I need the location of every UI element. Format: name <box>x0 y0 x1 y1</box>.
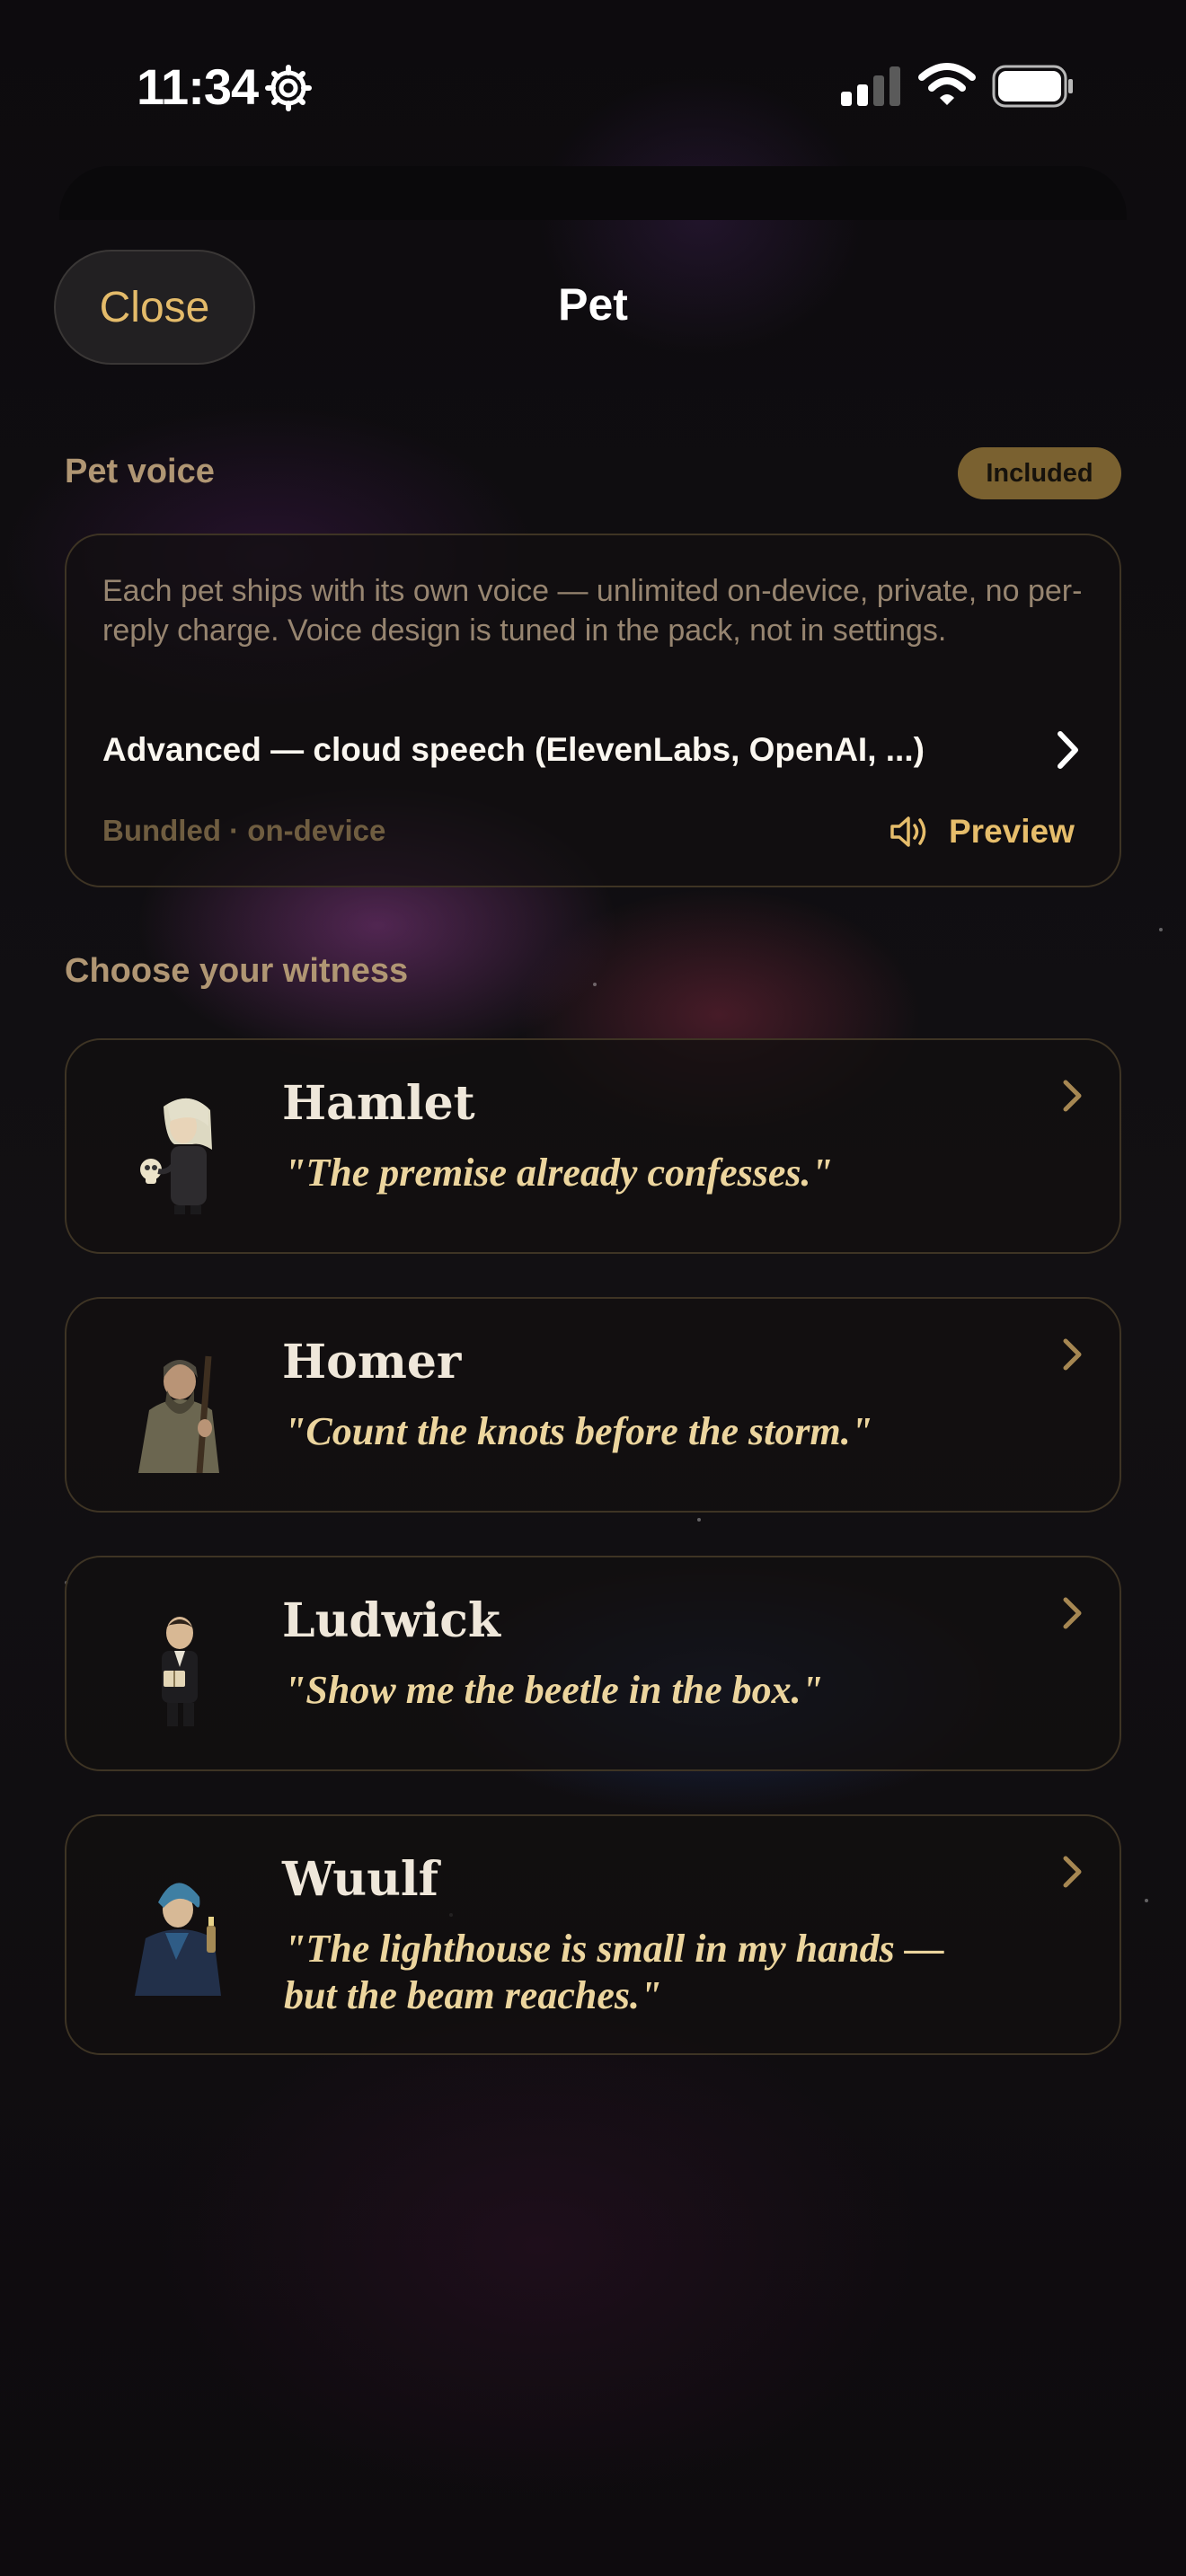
character-card-hamlet[interactable]: Hamlet "The premise already confesses." <box>65 1038 1121 1254</box>
voice-description: Each pet ships with its own voice — unli… <box>102 574 1083 648</box>
star <box>593 983 597 986</box>
character-name: Homer <box>282 1335 462 1389</box>
character-quote: "Count the knots before the storm." <box>284 1409 873 1453</box>
character-quote: "The lighthouse is small in my hands — b… <box>284 1927 944 2017</box>
advanced-cloud-speech-link[interactable]: Advanced — cloud speech (ElevenLabs, Ope… <box>102 731 925 769</box>
character-name: Wuulf <box>282 1852 439 1907</box>
included-badge: Included <box>958 447 1121 499</box>
choose-witness-label: Choose your witness <box>65 952 409 990</box>
chevron-right-icon <box>1063 1597 1082 1629</box>
sheet-edge <box>59 166 1127 220</box>
chevron-right-icon <box>1063 1338 1082 1371</box>
character-name: Hamlet <box>282 1076 475 1131</box>
status-time: 11:34 <box>137 58 259 115</box>
preview-label: Preview <box>949 813 1075 850</box>
speaker-icon <box>890 816 926 847</box>
hamlet-portrait <box>140 1098 212 1214</box>
signal-icon <box>841 66 900 106</box>
bundled-label: Bundled · on-device <box>102 814 386 847</box>
character-card-wuulf[interactable]: Wuulf "The lighthouse is small in my han… <box>65 1814 1121 2055</box>
preview-button[interactable]: Preview <box>890 805 1075 859</box>
wuulf-portrait <box>135 1883 221 1996</box>
homer-portrait <box>138 1355 219 1473</box>
background <box>0 0 1186 2576</box>
battery-icon <box>992 65 1073 108</box>
star <box>1145 1899 1148 1902</box>
chevron-right-icon[interactable] <box>1055 729 1082 771</box>
chevron-right-icon <box>1063 1856 1082 1888</box>
page-title: Pet <box>558 279 628 330</box>
wifi-icon <box>918 63 976 105</box>
ludwick-portrait <box>162 1617 198 1726</box>
star <box>1159 928 1163 931</box>
chevron-right-icon <box>1063 1080 1082 1112</box>
character-quote: "Show me the beetle in the box." <box>284 1668 824 1712</box>
character-card-ludwick[interactable]: Ludwick "Show me the beetle in the box." <box>65 1556 1121 1771</box>
star <box>697 1518 701 1522</box>
pet-voice-label: Pet voice <box>65 453 215 490</box>
character-card-homer[interactable]: Homer "Count the knots before the storm.… <box>65 1297 1121 1513</box>
character-name: Ludwick <box>282 1593 500 1648</box>
character-quote: "The premise already confesses." <box>284 1151 833 1195</box>
gear-icon <box>265 65 312 111</box>
voice-card: Each pet ships with its own voice — unli… <box>65 534 1121 887</box>
